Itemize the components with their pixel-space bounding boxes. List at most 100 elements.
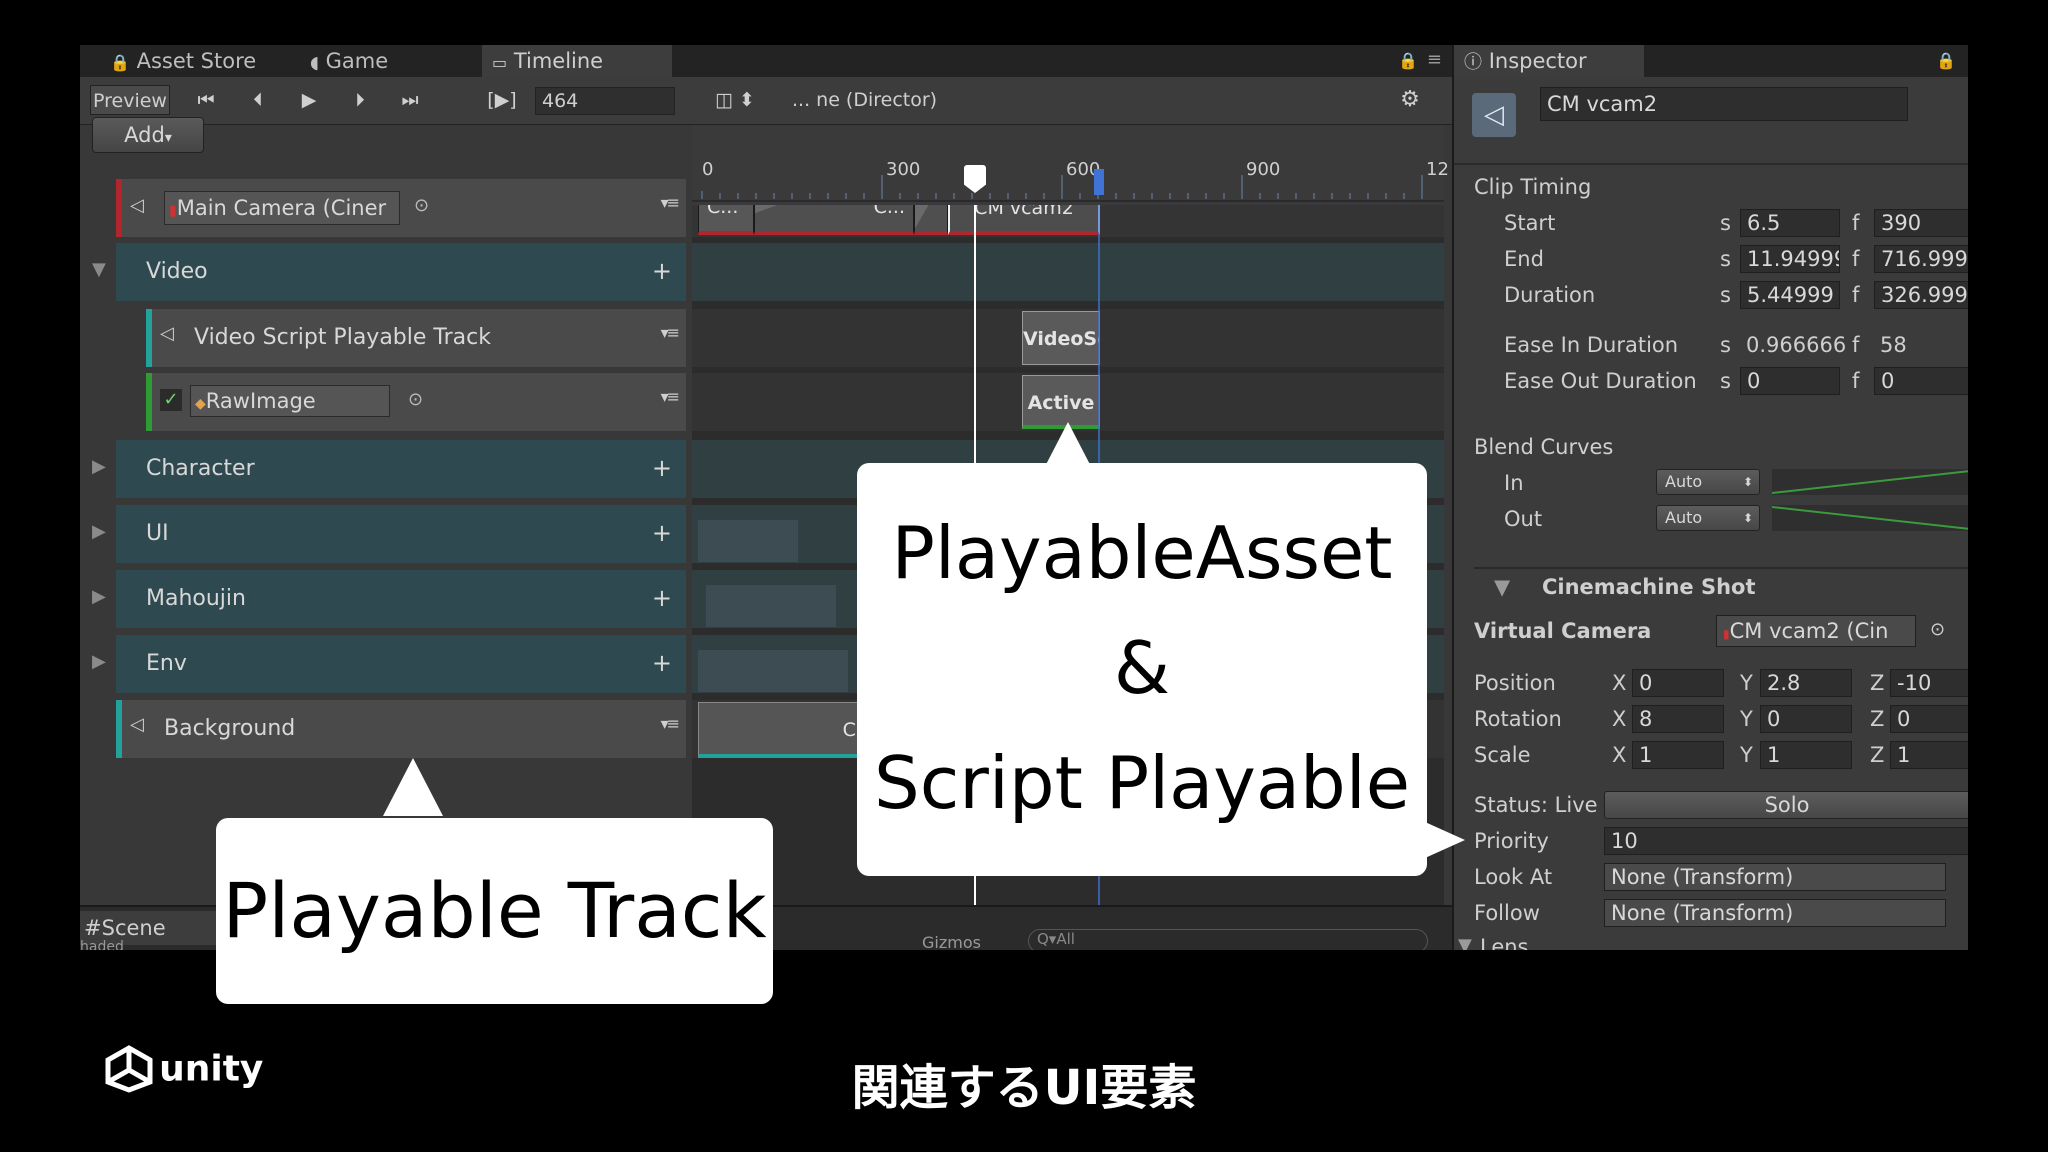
seconds-label: s [1720, 211, 1731, 235]
rotation-x-field[interactable]: 8 [1632, 705, 1724, 733]
expand-arrow-icon[interactable]: ▶ [92, 456, 106, 477]
track-rawimage[interactable]: ✓ ◆RawImage ⊙ ▾≡ [146, 373, 686, 431]
track-group-mahoujin[interactable]: ▶ Mahoujin + [92, 570, 686, 628]
lock-icon: 🔒 [110, 53, 130, 72]
lens-foldout-icon[interactable]: ▼ [1458, 935, 1472, 950]
track-menu-icon[interactable]: ▾≡ [661, 323, 680, 342]
add-icon[interactable]: + [652, 519, 672, 547]
collapse-arrow-icon[interactable]: ▼ [1494, 575, 1510, 599]
gizmos-button[interactable]: Gizmos [922, 933, 981, 950]
priority-field[interactable]: 10 [1604, 827, 1968, 855]
ruler-label: 12 [1426, 159, 1449, 180]
add-icon[interactable]: + [652, 257, 672, 285]
look-at-field[interactable]: None (Transform) [1604, 863, 1946, 891]
tab-asset-store[interactable]: 🔒 Asset Store [100, 45, 270, 77]
object-picker-icon[interactable]: ⊙ [408, 389, 423, 410]
next-frame-icon[interactable]: ⏵ [342, 85, 378, 115]
position-y-field[interactable]: 2.8 [1760, 669, 1852, 697]
object-picker-icon[interactable]: ⊙ [1930, 619, 1945, 640]
goto-end-icon[interactable]: ⏭ [392, 85, 428, 115]
director-selector[interactable]: ... ne (Director) [792, 85, 992, 115]
ease-out-seconds-field[interactable]: 0 [1740, 367, 1840, 395]
blend-out-curve-line [1771, 506, 1968, 530]
end-seconds-field[interactable]: 11.94999 [1740, 245, 1840, 273]
start-seconds-field[interactable]: 6.5 [1740, 209, 1840, 237]
add-track-button[interactable]: Add▾ [92, 117, 204, 153]
ease-out-frames-field[interactable]: 0 [1874, 367, 1968, 395]
object-picker-icon[interactable]: ⊙ [414, 195, 429, 216]
blend-in-dropdown[interactable]: Auto ⬍ [1656, 469, 1760, 495]
scale-x-field[interactable]: 1 [1632, 741, 1724, 769]
play-icon[interactable]: ▶ [294, 85, 324, 115]
prev-frame-icon[interactable]: ⏴ [240, 85, 276, 115]
blend-out-curve[interactable] [1771, 505, 1968, 531]
clip-videosc[interactable]: VideoSc... [1022, 311, 1100, 365]
virtual-camera-field[interactable]: ▮CM vcam2 (Cin [1716, 615, 1916, 647]
track-binding-field[interactable]: ◆RawImage [190, 385, 390, 417]
track-background[interactable]: ◁ Background ▾≡ [116, 700, 686, 758]
track-binding-field[interactable]: ▮Main Camera (Ciner [164, 191, 400, 225]
blend-in-curve[interactable] [1771, 469, 1968, 495]
z-label: Z [1870, 707, 1885, 731]
start-label: Start [1504, 211, 1556, 235]
ease-in-frames-field[interactable]: 58 [1880, 333, 1907, 357]
end-marker-handle[interactable] [1094, 169, 1104, 195]
duration-frames-field[interactable]: 326.999 [1874, 281, 1968, 309]
track-menu-icon[interactable]: ▾≡ [661, 714, 680, 733]
frame-toggle-button[interactable]: [▶] [482, 85, 522, 115]
position-z-field[interactable]: -10 [1890, 669, 1968, 697]
camera-object-icon: ▮ [169, 203, 177, 219]
duration-seconds-field[interactable]: 5.44999 [1740, 281, 1840, 309]
frame-field[interactable]: 464 [535, 87, 675, 115]
tab-inspector[interactable]: ⓘ Inspector [1454, 45, 1644, 77]
start-frames-field[interactable]: 390 [1874, 209, 1968, 237]
add-icon[interactable]: + [652, 454, 672, 482]
track-group-env[interactable]: ▶ Env + [92, 635, 686, 693]
end-frames-field[interactable]: 716.999 [1874, 245, 1968, 273]
position-x-field[interactable]: 0 [1632, 669, 1724, 697]
rotation-z-field[interactable]: 0 [1890, 705, 1968, 733]
callout-pointer-up [383, 758, 443, 816]
layout-toggle-icon[interactable]: ◫ ⬍ [710, 85, 760, 115]
panel-menu-icon[interactable]: ≡ [1427, 49, 1442, 70]
track-group-character[interactable]: ▶ Character + [92, 440, 686, 498]
active-checkbox[interactable]: ✓ [160, 389, 182, 411]
inspector-lock-icon[interactable]: 🔒 [1936, 51, 1956, 70]
expand-arrow-icon[interactable]: ▶ [92, 586, 106, 607]
frames-label: f [1852, 333, 1860, 357]
collapse-arrow-icon[interactable]: ▼ [92, 259, 106, 280]
preview-button[interactable]: Preview [90, 85, 170, 115]
tab-game[interactable]: ◖ Game [300, 45, 450, 77]
ease-in-seconds-field[interactable]: 0.966666 [1746, 333, 1846, 357]
clip-active[interactable]: Active [1022, 375, 1100, 429]
add-icon[interactable]: + [652, 584, 672, 612]
track-main-camera[interactable]: ◁ ▮Main Camera (Ciner ⊙ ▾≡ [116, 179, 686, 237]
cinemachine-shot-heading: Cinemachine Shot [1542, 575, 1756, 599]
expand-arrow-icon[interactable]: ▶ [92, 651, 106, 672]
object-name-field[interactable]: CM vcam2 [1540, 87, 1908, 121]
add-icon[interactable]: + [652, 649, 672, 677]
frames-label: f [1852, 369, 1860, 393]
track-menu-icon[interactable]: ▾≡ [661, 193, 680, 212]
track-menu-icon[interactable]: ▾≡ [661, 387, 680, 406]
track-group-video[interactable]: ▼ Video + [92, 243, 686, 301]
tab-timeline[interactable]: ▭ Timeline [482, 45, 672, 77]
goto-start-icon[interactable]: ⏮ [188, 85, 224, 115]
track-group-ui[interactable]: ▶ UI + [92, 505, 686, 563]
blend-out-dropdown[interactable]: Auto ⬍ [1656, 505, 1760, 531]
gear-icon[interactable]: ⚙ [1392, 85, 1428, 115]
ease-in-label: Ease In Duration [1504, 333, 1679, 357]
stepper-icon: ⬍ [1742, 511, 1753, 525]
timeline-ruler[interactable]: 0 300 600 900 12 [692, 125, 1449, 205]
follow-field[interactable]: None (Transform) [1604, 899, 1946, 927]
panel-lock-icon[interactable]: 🔒 [1398, 51, 1418, 70]
scene-search-input[interactable]: Q▾All [1028, 929, 1428, 950]
scale-y-field[interactable]: 1 [1760, 741, 1852, 769]
rotation-y-field[interactable]: 0 [1760, 705, 1852, 733]
solo-button[interactable]: Solo [1604, 791, 1968, 819]
clip-ui-group [698, 520, 798, 562]
scale-z-field[interactable]: 1 [1890, 741, 1968, 769]
track-video-script[interactable]: ◁ Video Script Playable Track ▾≡ [146, 309, 686, 367]
shading-mode-label[interactable]: haded [80, 939, 124, 950]
expand-arrow-icon[interactable]: ▶ [92, 521, 106, 542]
